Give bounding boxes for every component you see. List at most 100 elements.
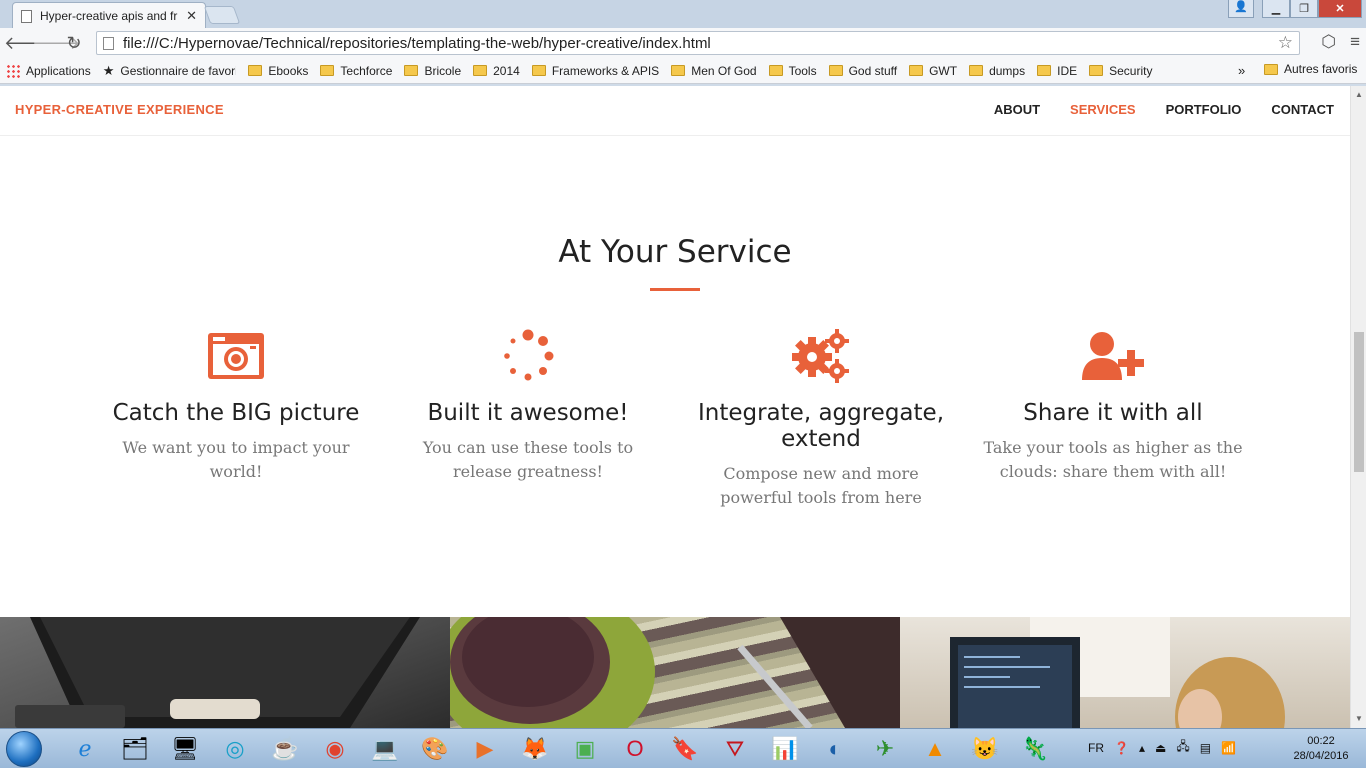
page-icon xyxy=(21,9,32,23)
folder-icon xyxy=(404,65,419,76)
folder-icon xyxy=(1089,65,1104,76)
bookmark-folder[interactable]: Frameworks & APIS xyxy=(531,63,660,78)
service-item: Integrate, aggregate, extend Compose new… xyxy=(686,326,956,510)
media-player-icon[interactable]: ▶ xyxy=(460,731,510,767)
vlc-icon[interactable]: ▲ xyxy=(910,731,960,767)
other-bookmarks[interactable]: Autres favoris xyxy=(1264,62,1357,76)
user-plus-icon xyxy=(978,326,1248,386)
page-scrollbar[interactable]: ▲ ▼ xyxy=(1350,86,1366,728)
bookmark-label: Frameworks & APIS xyxy=(551,63,660,78)
paint-icon[interactable]: 🎨 xyxy=(410,731,460,767)
bookmark-folder[interactable]: IDE xyxy=(1037,64,1077,78)
portfolio-image-monitor[interactable] xyxy=(0,617,450,728)
bookmark-folder[interactable]: dumps xyxy=(969,64,1025,78)
service-description: Compose new and more powerful tools from… xyxy=(720,464,922,507)
bookmark-label: Bricole xyxy=(424,63,462,78)
file-explorer-icon[interactable]: 🗂 xyxy=(110,731,160,767)
taskbar-clock[interactable]: 00:22 28/04/2016 xyxy=(1286,734,1356,764)
address-bar[interactable]: file:///C:/Hypernovae/Technical/reposito… xyxy=(96,31,1300,55)
close-tab-icon[interactable]: ✕ xyxy=(186,8,197,24)
bookmark-folder[interactable]: Tools xyxy=(768,64,817,78)
cat-app-icon[interactable]: 😺 xyxy=(960,731,1010,767)
nav-about[interactable]: ABOUT xyxy=(994,102,1040,117)
send-app-icon[interactable]: ✈ xyxy=(860,731,910,767)
folder-icon xyxy=(1037,65,1052,76)
chrome-icon[interactable]: ◉ xyxy=(310,731,360,767)
taskbar-apps: ℯ 🗂 🖥 ◎ ☕ ◉ 💻 🎨 ▶ 🦊 ▣ O 🔖 ⛛ 📊 ◐ ✈ ▲ 😺 🦎 xyxy=(60,731,1060,767)
bookmark-folder[interactable]: God stuff xyxy=(828,63,898,78)
portfolio-strip xyxy=(0,617,1350,728)
portfolio-image-developer[interactable] xyxy=(900,617,1350,728)
camera-icon xyxy=(101,326,371,386)
language-indicator[interactable]: FR xyxy=(1088,741,1104,755)
windows-taskbar: ℯ 🗂 🖥 ◎ ☕ ◉ 💻 🎨 ▶ 🦊 ▣ O 🔖 ⛛ 📊 ◐ ✈ ▲ 😺 🦎 … xyxy=(0,728,1366,768)
messenger-icon[interactable]: ▣ xyxy=(560,731,610,767)
forward-arrow-icon[interactable]: 🡒 xyxy=(32,33,80,54)
bookmark-label: God stuff xyxy=(848,63,898,78)
section-title: At Your Service xyxy=(558,234,792,270)
browser-tab[interactable]: Hyper-creative apis and fr ✕ xyxy=(12,2,206,29)
clock-time: 00:22 xyxy=(1307,735,1335,747)
scrollbar-thumb[interactable] xyxy=(1354,332,1364,472)
close-window-button[interactable]: ✕ xyxy=(1318,0,1362,18)
bookmark-label: IDE xyxy=(1057,63,1078,78)
bookmark-folder[interactable]: GWT xyxy=(909,64,957,78)
show-hidden-icons-icon[interactable]: ▴ xyxy=(1139,741,1145,755)
bookmark-apps[interactable]: Applications xyxy=(6,63,91,78)
nav-portfolio[interactable]: PORTFOLIO xyxy=(1166,102,1242,117)
user-profile-button[interactable]: 👤 xyxy=(1228,0,1254,18)
audio-app-icon[interactable]: ◐ xyxy=(810,731,860,767)
wifi-icon[interactable]: 📶 xyxy=(1221,741,1236,755)
maximize-button[interactable]: ❐ xyxy=(1290,0,1318,18)
help-icon[interactable]: ❓ xyxy=(1114,741,1129,755)
bookmark-label: Security xyxy=(1109,63,1153,78)
window-controls: ▁ ❐ ✕ xyxy=(1262,0,1362,20)
scroll-up-arrow-icon[interactable]: ▲ xyxy=(1355,90,1363,99)
firefox-icon[interactable]: 🦊 xyxy=(510,731,560,767)
network-icon[interactable]: 🖧 xyxy=(1176,737,1189,758)
clock-date: 28/04/2016 xyxy=(1293,750,1349,762)
bookmark-label: Men Of God xyxy=(691,63,757,78)
bookmark-manager[interactable]: ★ Gestionnaire de favori xyxy=(103,63,237,79)
bookmark-folder[interactable]: Men Of God xyxy=(671,63,757,78)
tab-title: Hyper-creative apis and fr xyxy=(40,9,178,23)
internet-explorer-icon[interactable]: ℯ xyxy=(60,731,110,767)
new-tab-button[interactable] xyxy=(203,6,241,24)
extension-icon[interactable]: ⬡ xyxy=(1321,32,1336,52)
bookmark-label: GWT xyxy=(929,63,958,78)
system-tray: FR ❓ ▴ ⏏ 🖧 ▤ 📶 xyxy=(1088,737,1236,758)
opera-icon[interactable]: O xyxy=(610,731,660,767)
spinner-icon xyxy=(393,326,663,386)
bookmark-folder[interactable]: 2014 xyxy=(473,64,520,78)
nav-contact[interactable]: CONTACT xyxy=(1271,102,1334,117)
bookmark-label: Techforce xyxy=(340,63,393,78)
usb-icon[interactable]: ⏏ xyxy=(1155,741,1166,755)
bookmark-folder[interactable]: Ebooks xyxy=(248,64,308,78)
service-description: Take your tools as higher as the clouds:… xyxy=(983,438,1243,481)
computer-icon[interactable]: 💻 xyxy=(360,731,410,767)
more-bookmarks-chevron-icon[interactable]: » xyxy=(1238,63,1245,78)
reload-icon[interactable]: ↻ xyxy=(60,33,88,54)
start-button[interactable] xyxy=(6,731,42,767)
nav-services[interactable]: SERVICES xyxy=(1070,102,1136,117)
minimize-button[interactable]: ▁ xyxy=(1262,0,1290,18)
site-brand-link[interactable]: HYPER-CREATIVE EXPERIENCE xyxy=(15,102,224,117)
scroll-down-arrow-icon[interactable]: ▼ xyxy=(1355,714,1363,723)
circle-app-icon[interactable]: ◎ xyxy=(210,731,260,767)
control-panel-icon[interactable]: 🖥 xyxy=(160,731,210,767)
service-item: Share it with all Take your tools as hig… xyxy=(978,326,1248,484)
bookmark-folder[interactable]: Bricole xyxy=(404,64,461,78)
battery-icon[interactable]: ▤ xyxy=(1200,741,1211,755)
java-icon[interactable]: ☕ xyxy=(260,731,310,767)
toolbar-right: ⬡ ≡ xyxy=(1321,32,1360,52)
chart-app-icon[interactable]: 📊 xyxy=(760,731,810,767)
bookmark-folder[interactable]: Security xyxy=(1089,64,1152,78)
acrobat-icon[interactable]: ⛛ xyxy=(710,731,760,767)
bookmark-star-icon[interactable]: ☆ xyxy=(1278,33,1293,53)
game-app-icon[interactable]: 🦎 xyxy=(1010,731,1060,767)
bookmark-folder[interactable]: Techforce xyxy=(320,64,392,78)
portfolio-image-coffee[interactable] xyxy=(450,617,900,728)
bookmark-app-icon[interactable]: 🔖 xyxy=(660,731,710,767)
back-arrow-icon[interactable]: 🡐 xyxy=(4,33,52,54)
menu-icon[interactable]: ≡ xyxy=(1350,32,1360,52)
